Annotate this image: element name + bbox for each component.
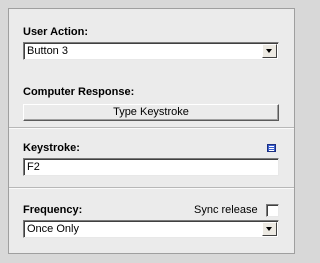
frequency-value: Once Only (27, 223, 79, 235)
list-icon[interactable] (267, 144, 276, 152)
sync-release-label: Sync release (194, 204, 258, 216)
user-action-dropdown-button[interactable] (262, 44, 277, 58)
user-action-dropdown[interactable]: Button 3 (23, 42, 279, 60)
frequency-label: Frequency: (23, 204, 83, 216)
chevron-down-icon (266, 49, 272, 53)
keystroke-value: F2 (27, 161, 40, 173)
keystroke-field[interactable]: F2 (23, 158, 279, 176)
frequency-dropdown-button[interactable] (262, 222, 277, 236)
type-keystroke-button[interactable]: Type Keystroke (23, 104, 279, 121)
user-action-label: User Action: (23, 26, 88, 38)
settings-panel: User Action: Button 3 Computer Response:… (8, 8, 295, 254)
sync-release-checkbox[interactable] (266, 204, 279, 217)
frequency-dropdown[interactable]: Once Only (23, 220, 279, 238)
chevron-down-icon (266, 227, 272, 231)
user-action-value: Button 3 (27, 45, 68, 57)
keystroke-label: Keystroke: (23, 142, 80, 154)
section-divider (9, 187, 294, 189)
section-divider (9, 127, 294, 129)
computer-response-label: Computer Response: (23, 86, 135, 98)
